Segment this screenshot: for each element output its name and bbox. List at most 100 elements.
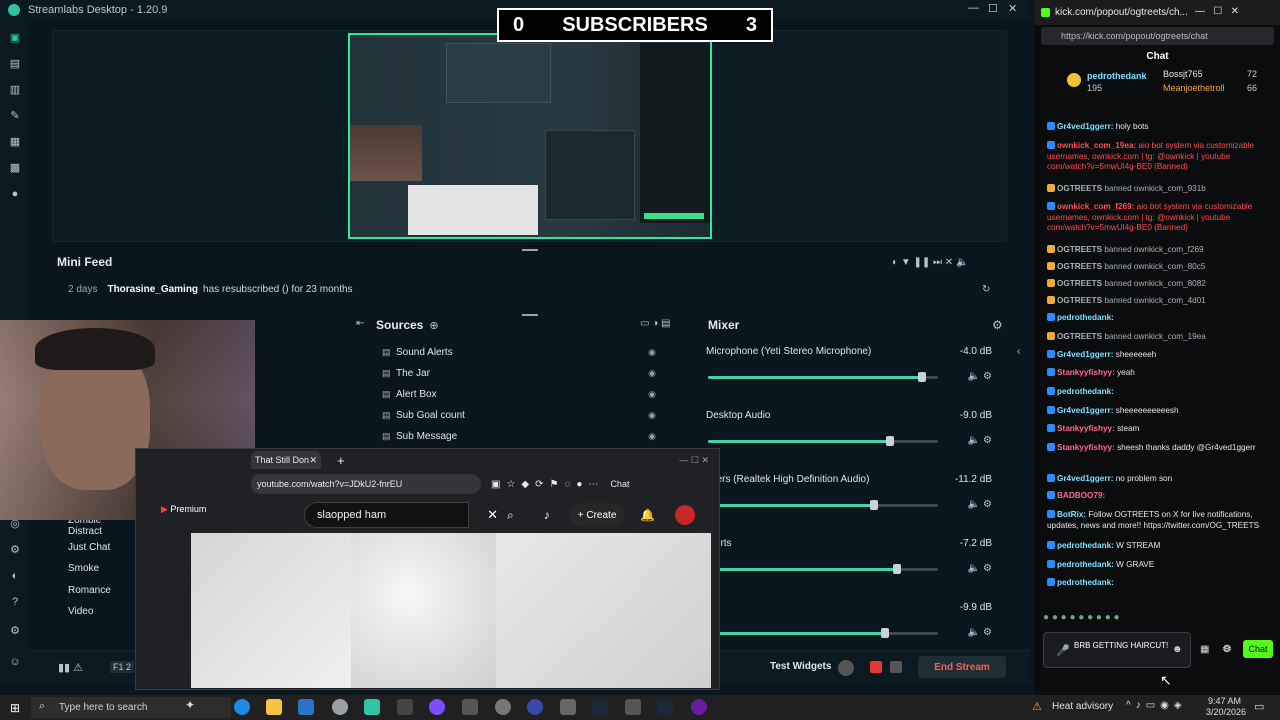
app-icon-8[interactable] — [462, 699, 478, 715]
source-item[interactable]: ▤ The Jar ◉ — [368, 363, 690, 384]
volume-knob[interactable] — [892, 564, 901, 574]
chat-username[interactable]: Gr4ved1ggerr: — [1057, 122, 1113, 131]
record-icon[interactable]: ● — [9, 188, 21, 200]
youtube-video-thumbnails[interactable] — [191, 533, 711, 688]
chat-username[interactable]: Stankyyfishyy: — [1057, 424, 1115, 433]
chat-gift-icon[interactable]: ▦ — [1200, 644, 1209, 655]
leader-3-name[interactable]: Meanjoethetroll — [1163, 83, 1225, 93]
steam-icon-2[interactable] — [657, 699, 673, 715]
channel-controls-icon[interactable]: 🔈 ⚙ — [968, 371, 992, 382]
video-thumb-1[interactable] — [191, 533, 351, 688]
app-icon-15[interactable] — [691, 699, 707, 715]
chat-username[interactable]: Stankyyfishyy: — [1057, 443, 1115, 452]
store-icon[interactable] — [298, 699, 314, 715]
address-field[interactable]: youtube.com/watch?v=JDkU2-fnrEU — [251, 474, 481, 494]
chat-username[interactable]: OGTREETS — [1057, 279, 1102, 288]
gear-icon[interactable]: ⚙ — [9, 625, 21, 637]
chat-username[interactable]: OGTREETS — [1057, 184, 1102, 193]
chat-username[interactable]: Gr4ved1ggerr: — [1057, 406, 1113, 415]
tools-icon[interactable]: ✎ — [9, 110, 21, 122]
scene-item[interactable]: Just Chat — [30, 537, 135, 559]
kick-address-bar[interactable]: https://kick.com/popout/ogtreets/chat — [1041, 27, 1274, 45]
youtube-logo[interactable]: ▶ Premium — [161, 504, 206, 515]
clock-time[interactable]: 9:47 AM — [1208, 696, 1241, 706]
video-thumb-2[interactable] — [351, 533, 496, 688]
event-user[interactable]: Thorasine_Gaming — [107, 284, 198, 295]
replay-button[interactable] — [890, 661, 902, 673]
rec-indicator[interactable] — [838, 660, 854, 676]
scene-item[interactable]: Romance — [30, 580, 135, 602]
volume-slider[interactable] — [708, 436, 938, 446]
notification-center-icon[interactable]: ▭ — [1254, 700, 1264, 713]
visibility-toggle-icon[interactable]: ◉ — [648, 389, 656, 400]
chat-username[interactable]: pedrothedank: — [1057, 313, 1114, 322]
explorer-icon[interactable] — [266, 699, 282, 715]
kick-chat-input[interactable]: 🎤 BRB GETTING HAIRCUT! — [1043, 632, 1191, 668]
library-icon[interactable]: ▥ — [9, 84, 21, 96]
volume-knob[interactable] — [881, 628, 890, 638]
app-icon-6[interactable] — [397, 699, 413, 715]
leader-1-name[interactable]: pedrothedank — [1087, 71, 1147, 81]
themes-icon[interactable]: ▤ — [9, 58, 21, 70]
app-icon-9[interactable] — [495, 699, 511, 715]
profile-icon[interactable]: ☺ — [9, 656, 21, 668]
tray-icons[interactable]: ^♪▭◉◈ — [1126, 700, 1187, 711]
scene-item[interactable]: Video — [30, 601, 135, 623]
source-item[interactable]: ▤ Sub Message ◉ — [368, 426, 690, 447]
browser-window-controls[interactable]: — ☐ ✕ — [679, 455, 709, 466]
youtube-search-input[interactable]: slaopped ham ✕ — [304, 502, 498, 528]
app-icon-4[interactable] — [332, 699, 348, 715]
channel-controls-icon[interactable]: 🔈 ⚙ — [968, 563, 992, 574]
app-icon-10[interactable] — [527, 699, 543, 715]
chat-username[interactable]: Stankyyfishyy: — [1057, 368, 1115, 377]
channel-controls-icon[interactable]: 🔈 ⚙ — [968, 435, 992, 446]
channel-controls-icon[interactable]: 🔈 ⚙ — [968, 627, 992, 638]
theme-icon[interactable]: ◐ — [9, 570, 21, 582]
volume-knob[interactable] — [917, 372, 926, 382]
help-icon[interactable]: ? — [9, 596, 21, 608]
app-icon-11[interactable] — [560, 699, 576, 715]
visibility-toggle-icon[interactable]: ◉ — [648, 347, 656, 358]
add-source-icon[interactable]: ⊕ — [429, 319, 438, 332]
notifications-icon[interactable]: 🔔 — [640, 508, 655, 522]
stats-icon[interactable]: ▮▮ ⚠ — [58, 661, 83, 674]
chat-gear-icon[interactable]: ⚙ — [1222, 644, 1231, 655]
chat-username[interactable]: Gr4ved1ggerr: — [1057, 350, 1113, 359]
app-icon-7[interactable] — [429, 699, 445, 715]
edge-icon[interactable] — [234, 699, 250, 715]
create-button[interactable]: + Create — [569, 503, 625, 527]
volume-slider[interactable] — [708, 500, 938, 510]
source-item[interactable]: ▤ Sub Goal count ◉ — [368, 405, 690, 426]
steam-icon[interactable] — [592, 699, 608, 715]
minifeed-controls[interactable]: ◐ ▼ ❚❚ ⏭ ✕ 🔈 — [892, 257, 968, 268]
channel-controls-icon[interactable]: 🔈 ⚙ — [968, 499, 992, 510]
visibility-toggle-icon[interactable]: ◉ — [648, 431, 656, 442]
clear-search-icon[interactable]: ✕ — [487, 507, 498, 523]
record-button[interactable] — [870, 661, 882, 673]
weather-warning-icon[interactable]: ⚠ — [1032, 700, 1042, 713]
chat-username[interactable]: ownkick_com_f269: — [1057, 202, 1134, 211]
apps-icon[interactable]: ▩ — [9, 162, 21, 174]
volume-knob[interactable] — [885, 436, 894, 446]
collapse-icon[interactable]: ⇤ — [356, 318, 364, 329]
chat-username[interactable]: OGTREETS — [1057, 262, 1102, 271]
chat-emote-icon[interactable]: ☻ — [1172, 644, 1183, 655]
avatar[interactable] — [675, 505, 696, 525]
copilot-icon[interactable]: ✦ — [185, 698, 195, 712]
scene-preview-canvas[interactable] — [348, 33, 712, 239]
chat-username[interactable]: OGTREETS — [1057, 332, 1102, 341]
source-item[interactable]: ▤ Alert Box ◉ — [368, 384, 690, 405]
settings-icon[interactable]: ⚙ — [9, 544, 21, 556]
search-icon[interactable]: ⌕ — [507, 508, 514, 523]
volume-slider[interactable] — [708, 628, 938, 638]
browser-chat-button[interactable]: Chat — [610, 479, 629, 489]
chat-username[interactable]: BotRix: — [1057, 510, 1086, 519]
chevron-left-icon[interactable]: ‹ — [1017, 346, 1020, 357]
chat-username[interactable]: OGTREETS — [1057, 245, 1102, 254]
chat-username[interactable]: pedrothedank: — [1057, 578, 1114, 587]
mic-icon[interactable]: ♪ — [544, 508, 550, 522]
visibility-toggle-icon[interactable]: ◉ — [648, 410, 656, 421]
browser-toolbar-icons[interactable]: ▣☆◆⟳⚑◌●⋯ — [491, 479, 604, 490]
volume-slider[interactable] — [708, 564, 938, 574]
leader-2-name[interactable]: Bossjt765 — [1163, 69, 1203, 79]
